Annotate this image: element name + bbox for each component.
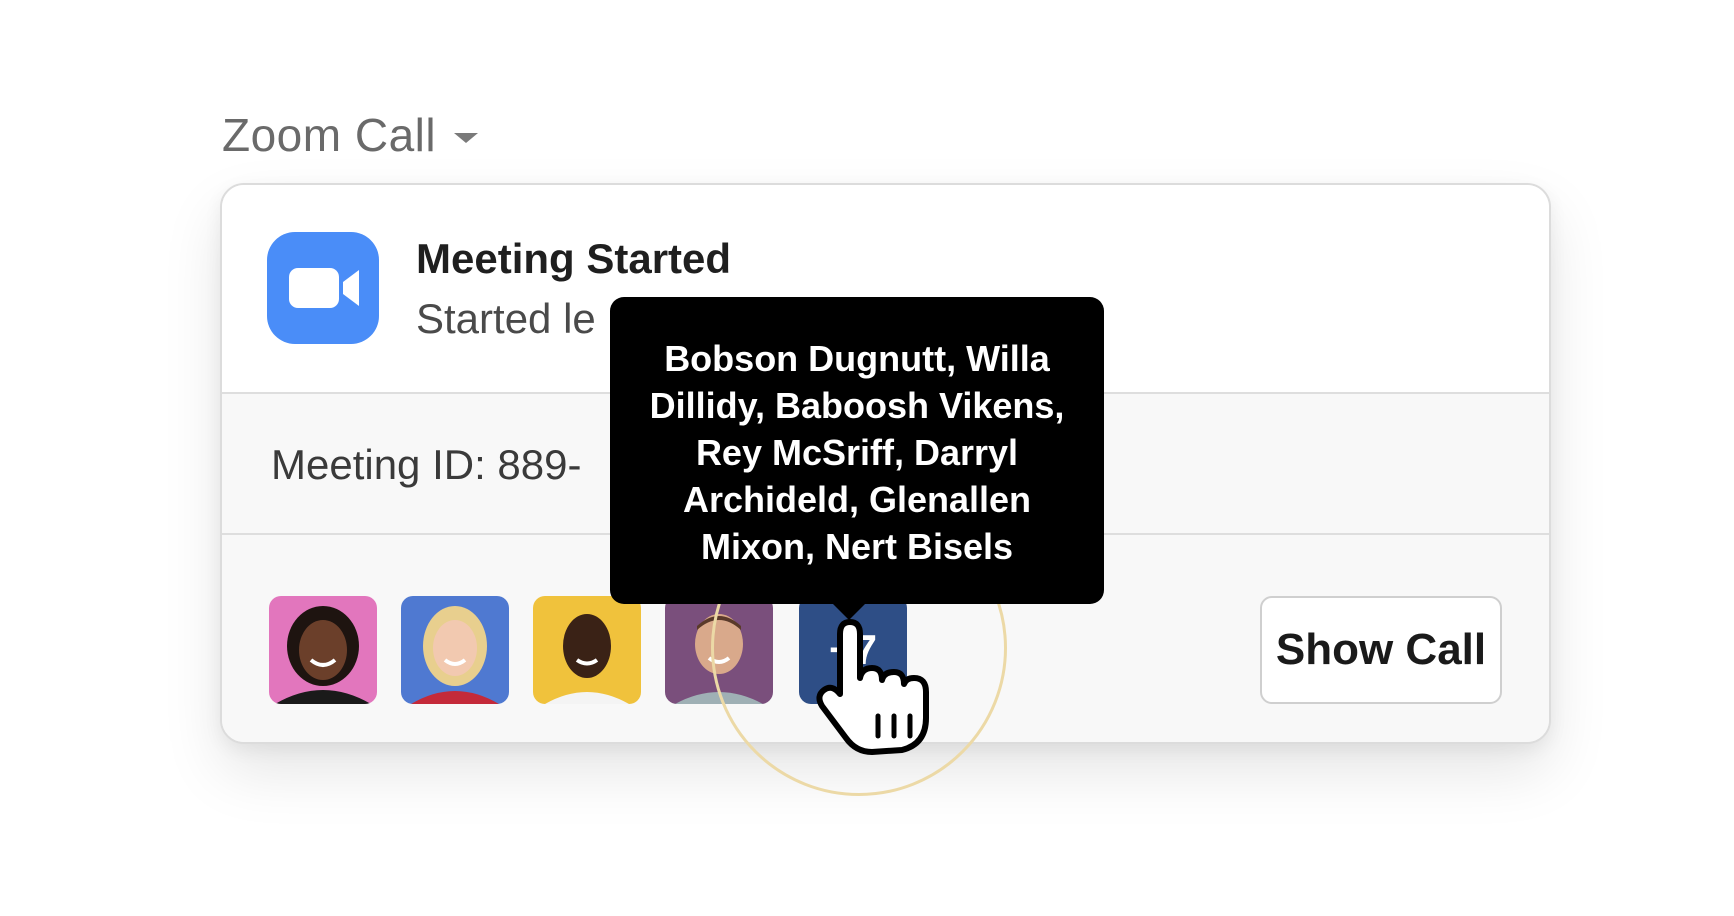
show-call-button[interactable]: Show Call (1260, 596, 1502, 704)
avatar[interactable] (533, 596, 641, 704)
meeting-id: Meeting ID: 889- (271, 441, 582, 488)
video-camera-icon (267, 232, 379, 344)
avatar[interactable] (269, 596, 377, 704)
avatar[interactable] (401, 596, 509, 704)
hand-pointer-icon (816, 618, 936, 758)
chevron-down-icon (454, 133, 479, 143)
participants-tooltip: Bobson Dugnutt, Willa Dillidy, Baboosh V… (610, 297, 1104, 604)
meeting-title: Meeting Started (416, 235, 732, 282)
dropdown-title: Zoom Call (222, 109, 437, 161)
zoom-call-dropdown[interactable]: Zoom Call (222, 108, 479, 162)
meeting-start-time: Started le (416, 295, 596, 342)
